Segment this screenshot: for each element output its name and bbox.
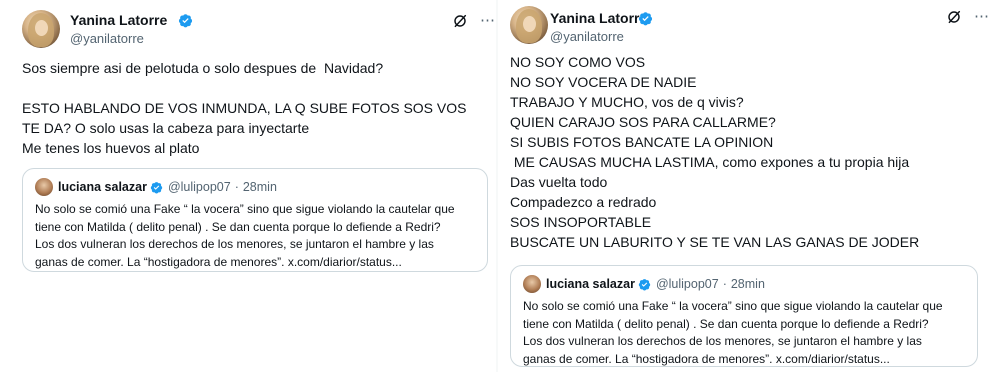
separator-dot: ·	[722, 277, 727, 291]
quoted-tweet-text: No solo se comió una Fake “ la vocera” s…	[35, 202, 455, 269]
tweet-text: Sos siempre asi de pelotuda o solo despu…	[22, 60, 467, 156]
quoted-tweet-text: No solo se comió una Fake “ la vocera” s…	[523, 299, 943, 366]
author-name[interactable]: Yanina Latorre	[70, 12, 167, 28]
quoted-author-avatar	[523, 275, 541, 293]
grok-icon[interactable]	[452, 13, 468, 29]
quoted-tweet[interactable]: luciana salazar @lulipop07 · 28min No so…	[22, 168, 488, 272]
tweet-text: NO SOY COMO VOS NO SOY VOCERA DE NADIE T…	[510, 54, 920, 250]
quoted-author-handle: @lulipop07	[167, 180, 231, 194]
author-name[interactable]: Yanina Latorre	[550, 10, 647, 26]
quoted-timestamp: 28min	[730, 277, 765, 291]
more-options-icon[interactable]: ⋯	[480, 13, 496, 29]
author-handle[interactable]: @yanilatorre	[550, 29, 624, 44]
tweet-card-right[interactable]: Yanina Latorre @yanilatorre ⋯ NO SOY COM…	[498, 0, 992, 372]
verified-badge-icon	[150, 181, 163, 193]
verified-badge-icon	[638, 278, 651, 290]
quoted-author-name: luciana salazar	[58, 180, 147, 194]
author-handle[interactable]: @yanilatorre	[70, 31, 144, 46]
separator-dot: ·	[234, 180, 239, 194]
author-avatar[interactable]	[22, 10, 60, 48]
grok-icon[interactable]	[946, 9, 962, 25]
author-avatar[interactable]	[510, 6, 548, 44]
tweet-card-left[interactable]: Yanina Latorre @yanilatorre ⋯ Sos siempr…	[0, 0, 497, 300]
verified-badge-icon	[638, 12, 653, 26]
quoted-timestamp: 28min	[242, 180, 277, 194]
quoted-author-avatar	[35, 178, 53, 196]
verified-badge-icon	[178, 14, 193, 28]
quoted-author-handle: @lulipop07	[655, 277, 719, 291]
quoted-tweet[interactable]: luciana salazar @lulipop07 · 28min No so…	[510, 265, 978, 367]
more-options-icon[interactable]: ⋯	[974, 9, 990, 25]
quoted-author-name: luciana salazar	[546, 277, 635, 291]
